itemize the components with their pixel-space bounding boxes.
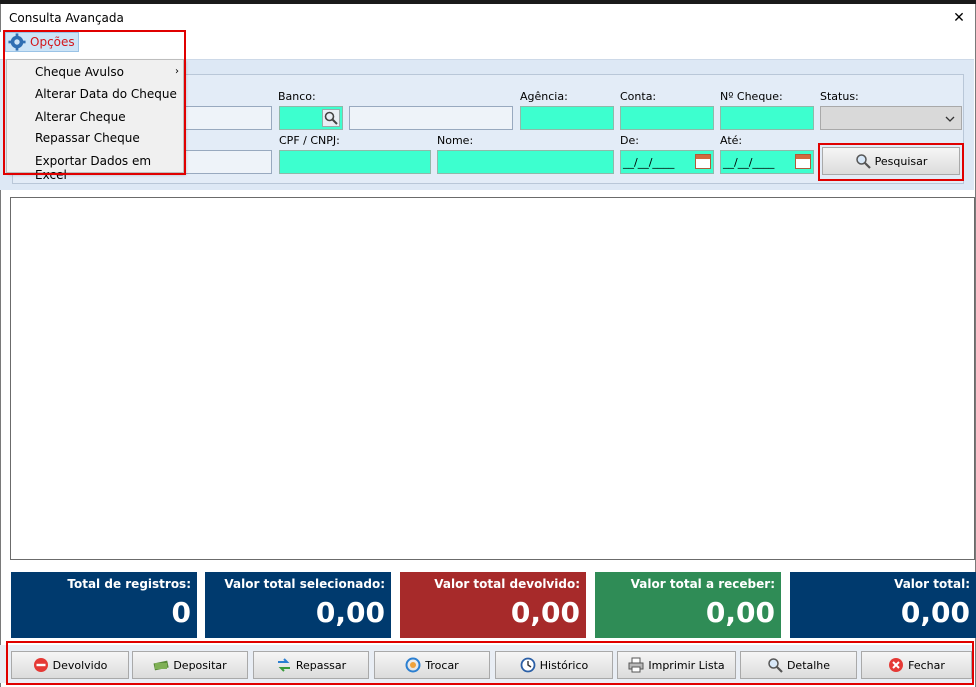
historico-button[interactable]: Histórico (495, 651, 613, 679)
status-label: Status: (820, 90, 859, 103)
summary-value: 0,00 (900, 596, 970, 629)
ate-date-input[interactable]: __/__/____ (720, 150, 814, 174)
menu-item-alterar-cheque[interactable]: Alterar Cheque (35, 110, 126, 124)
magnifier-icon (768, 658, 783, 673)
fechar-button[interactable]: Fechar (861, 651, 972, 679)
imprimir-lista-label: Imprimir Lista (648, 658, 725, 672)
money-icon (153, 660, 170, 671)
menu-item-label: Cheque Avulso (35, 65, 124, 79)
no-entry-icon (33, 658, 48, 672)
de-label: De: (620, 134, 639, 147)
banco-label: Banco: (278, 90, 316, 103)
menu-item-label: Repassar Cheque (35, 131, 140, 145)
menu-item-label: Alterar Data do Cheque (35, 87, 177, 101)
summary-label: Valor total: (894, 577, 970, 591)
agencia-input[interactable] (520, 106, 614, 130)
fechar-label: Fechar (908, 658, 945, 672)
cpf-label: CPF / CNPJ: (279, 134, 340, 147)
agencia-label: Agência: (520, 90, 568, 103)
printer-icon (628, 657, 644, 673)
summary-valor-total: Valor total: 0,00 (790, 572, 976, 638)
summary-valor-selecionado: Valor total selecionado: 0,00 (205, 572, 391, 638)
hidden-field-1[interactable] (184, 106, 272, 130)
clock-icon (520, 657, 536, 673)
detalhe-label: Detalhe (786, 658, 831, 672)
chevron-down-icon (945, 116, 955, 122)
ncheque-input[interactable] (720, 106, 814, 130)
summary-valor-devolvido: Valor total devolvido: 0,00 (400, 572, 586, 638)
summary-value: 0 (171, 596, 191, 629)
summary-value: 0,00 (705, 596, 775, 629)
depositar-label: Depositar (173, 658, 227, 672)
calendar-icon[interactable] (795, 154, 811, 169)
magnifier-icon (855, 154, 871, 169)
repassar-label: Repassar (295, 658, 347, 672)
summary-value: 0,00 (315, 596, 385, 629)
window-title: Consulta Avançada (9, 11, 124, 25)
ate-label: Até: (720, 134, 743, 147)
ate-date-value: __/__/____ (723, 156, 775, 169)
chevron-right-icon: › (175, 66, 179, 77)
cpf-input[interactable] (279, 150, 431, 174)
detalhe-button[interactable]: Detalhe (740, 651, 857, 679)
menu-item-label: Exportar Dados em Excel (35, 154, 152, 182)
menu-item-label: Alterar Cheque (35, 110, 126, 124)
swap-arrows-icon (277, 658, 290, 672)
nome-label: Nome: (437, 134, 474, 147)
imprimir-lista-button[interactable]: Imprimir Lista (617, 651, 736, 679)
trocar-button[interactable]: Trocar (374, 651, 490, 679)
summary-valor-receber: Valor total a receber: 0,00 (595, 572, 781, 638)
menu-item-exportar-excel[interactable]: Exportar Dados em Excel (35, 154, 183, 182)
historico-label: Histórico (539, 658, 589, 672)
devolvido-button[interactable]: Devolvido (11, 651, 129, 679)
menu-opcoes[interactable]: Opções (5, 32, 79, 52)
summary-label: Total de registros: (67, 577, 191, 591)
banco-name-input[interactable] (349, 106, 513, 130)
exchange-icon (405, 657, 421, 673)
hidden-field-2[interactable] (184, 150, 272, 174)
devolvido-label: Devolvido (52, 658, 108, 672)
menu-bar (0, 32, 974, 60)
summary-label: Valor total selecionado: (224, 577, 385, 591)
menu-opcoes-label: Opções (30, 35, 75, 49)
repassar-button[interactable]: Repassar (253, 651, 369, 679)
summary-value: 0,00 (510, 596, 580, 629)
summary-label: Valor total a receber: (630, 577, 775, 591)
conta-input[interactable] (620, 106, 714, 130)
menu-item-repassar-cheque[interactable]: Repassar Cheque (35, 131, 140, 145)
pesquisar-label: Pesquisar (874, 154, 928, 168)
pesquisar-button[interactable]: Pesquisar (822, 147, 960, 175)
ncheque-label: Nº Cheque: (720, 90, 783, 103)
nome-input[interactable] (437, 150, 614, 174)
summary-label: Valor total devolvido: (434, 577, 580, 591)
summary-total-registros: Total de registros: 0 (11, 572, 197, 638)
status-select[interactable] (820, 106, 962, 130)
de-date-input[interactable]: __/__/____ (620, 150, 714, 174)
menu-item-cheque-avulso[interactable]: Cheque Avulso (35, 65, 183, 79)
search-icon[interactable] (322, 109, 340, 127)
close-icon[interactable]: ✕ (945, 6, 973, 30)
menu-item-alterar-data[interactable]: Alterar Data do Cheque (35, 87, 177, 101)
gear-icon (8, 33, 26, 51)
trocar-label: Trocar (425, 658, 459, 672)
calendar-icon[interactable] (695, 154, 711, 169)
results-grid[interactable] (10, 197, 975, 560)
close-circle-icon (889, 658, 904, 672)
opcoes-dropdown: Cheque Avulso › Alterar Data do Cheque A… (6, 59, 184, 182)
banco-code-input[interactable] (279, 106, 343, 130)
depositar-button[interactable]: Depositar (132, 651, 248, 679)
de-date-value: __/__/____ (623, 156, 675, 169)
conta-label: Conta: (620, 90, 657, 103)
